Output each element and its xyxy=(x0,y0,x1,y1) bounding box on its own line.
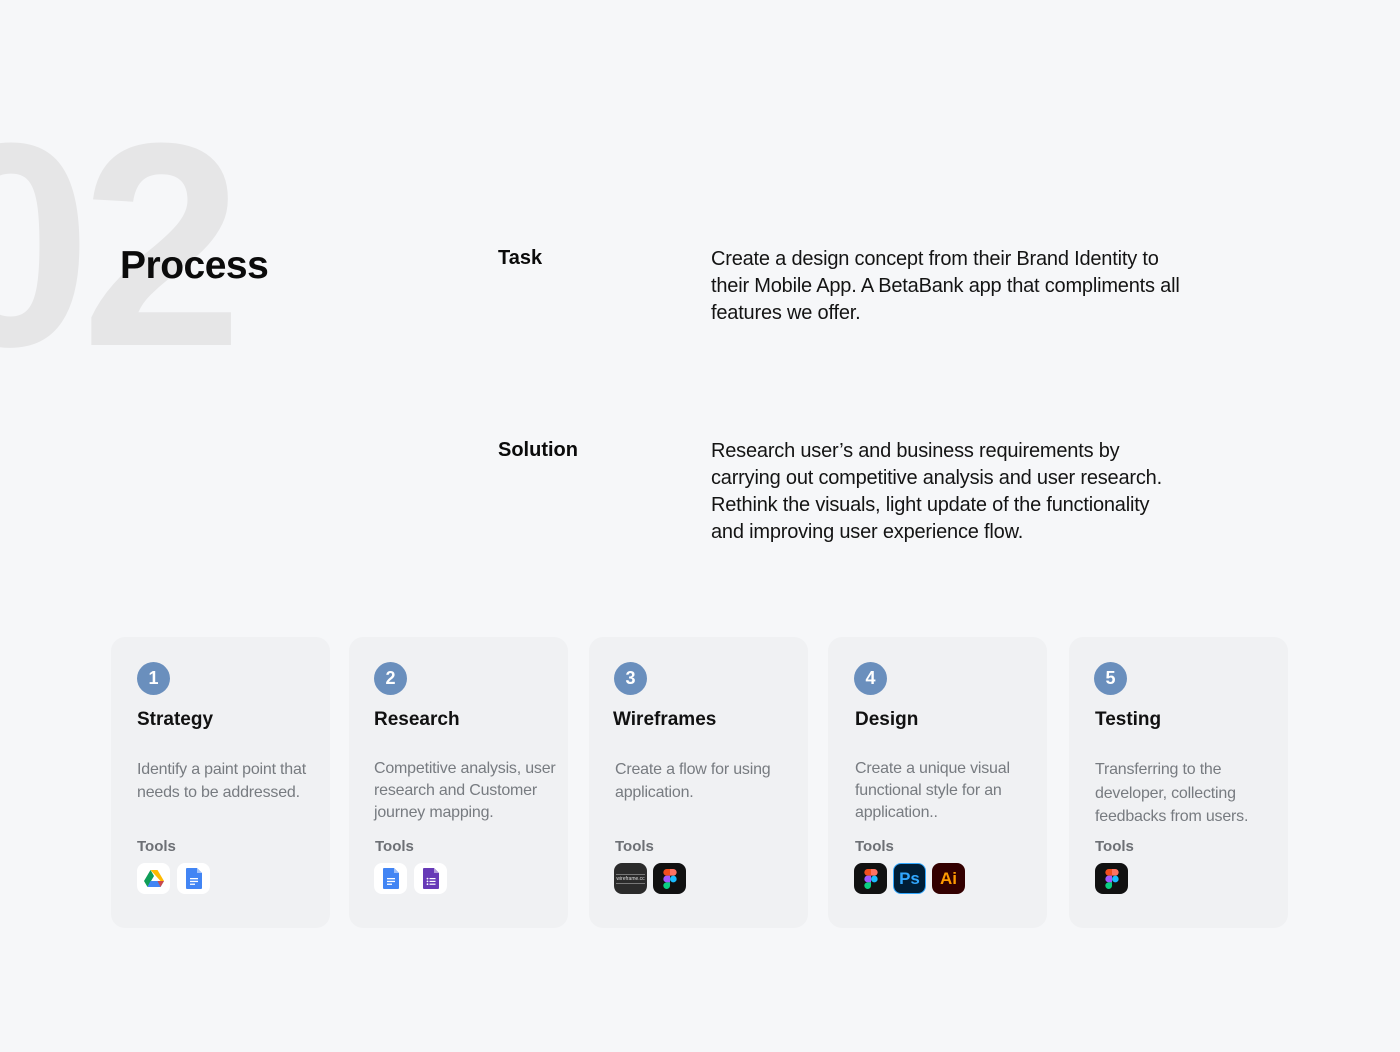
google-docs-icon xyxy=(374,863,407,894)
illustrator-icon: Ai xyxy=(932,863,965,894)
tool-icons: Ps Ai xyxy=(854,863,965,894)
step-title: Strategy xyxy=(137,709,214,730)
step-description: Create a flow for using application. xyxy=(615,761,771,801)
tools-label: Tools xyxy=(375,838,414,855)
step-number-badge: 4 xyxy=(854,662,887,695)
wireframe-icon-text: wireframe.cc xyxy=(616,873,645,884)
tools-label: Tools xyxy=(615,838,654,855)
step-description: Competitive analysis, user research and … xyxy=(374,760,556,821)
step-description: Identify a paint point that needs to be … xyxy=(137,761,306,801)
tool-icons xyxy=(1095,863,1128,894)
task-label: Task xyxy=(498,247,543,269)
tool-icons xyxy=(374,863,447,894)
step-card-testing: 5 Testing Transferring to the developer,… xyxy=(1069,637,1288,928)
photoshop-icon: Ps xyxy=(893,863,926,894)
google-forms-icon xyxy=(414,863,447,894)
google-docs-icon xyxy=(177,863,210,894)
step-title: Research xyxy=(374,709,460,730)
tool-icons: wireframe.cc xyxy=(614,863,686,894)
step-title: Testing xyxy=(1095,709,1162,730)
step-card-research: 2 Research Competitive analysis, user re… xyxy=(349,637,568,928)
step-number-badge: 2 xyxy=(374,662,407,695)
tools-label: Tools xyxy=(855,838,894,855)
step-card-design: 4 Design Create a unique visual function… xyxy=(828,637,1047,928)
step-number-badge: 3 xyxy=(614,662,647,695)
wireframe-cc-icon: wireframe.cc xyxy=(614,863,647,894)
step-title: Design xyxy=(855,709,919,730)
tools-label: Tools xyxy=(1095,838,1134,855)
tools-label: Tools xyxy=(137,838,176,855)
solution-text: Research user’s and business requirement… xyxy=(711,440,1162,543)
step-number-badge: 5 xyxy=(1094,662,1127,695)
step-card-strategy: 1 Strategy Identify a paint point that n… xyxy=(111,637,330,928)
figma-icon xyxy=(854,863,887,894)
figma-icon xyxy=(1095,863,1128,894)
step-card-wireframes: 3 Wireframes Create a flow for using app… xyxy=(589,637,808,928)
step-title: Wireframes xyxy=(613,709,717,730)
step-description: Create a unique visual functional style … xyxy=(855,760,1010,821)
section-title: Process xyxy=(120,244,269,287)
google-drive-icon xyxy=(137,863,170,894)
solution-label: Solution xyxy=(498,439,578,461)
tool-icons xyxy=(137,863,210,894)
task-text: Create a design concept from their Brand… xyxy=(711,248,1180,324)
step-number-badge: 1 xyxy=(137,662,170,695)
step-description: Transferring to the developer, collectin… xyxy=(1095,761,1249,825)
figma-icon xyxy=(653,863,686,894)
